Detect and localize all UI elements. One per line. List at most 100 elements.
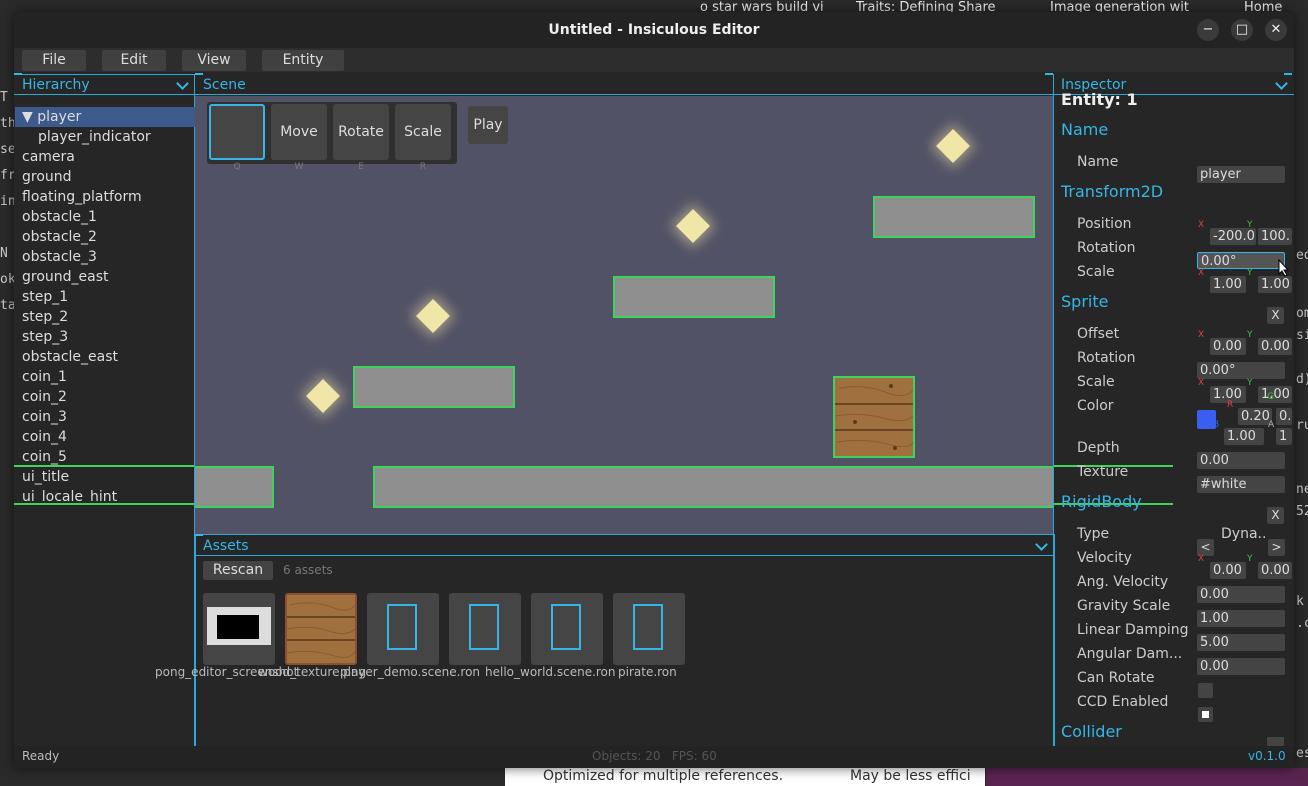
section-rigidbody[interactable]: RigidBody [1061, 492, 1142, 511]
image-thumbnail-icon [207, 607, 271, 645]
body-type-next-button[interactable]: > [1268, 539, 1285, 556]
hierarchy-item[interactable]: coin_5 [15, 447, 195, 467]
hierarchy-item[interactable]: step_2 [15, 307, 195, 327]
rotation-input[interactable]: 0.00° [1197, 252, 1285, 269]
hierarchy-item[interactable]: ▼ player [15, 107, 195, 127]
bg-text: ru [1296, 418, 1308, 433]
tool-button-move[interactable]: Move [271, 104, 327, 160]
offset-y-input[interactable]: 0.00 [1258, 338, 1292, 355]
angular-damping-input[interactable]: 0.00 [1197, 658, 1285, 675]
scale-x-input[interactable]: 1.00 [1210, 276, 1246, 293]
bg-text: es [1296, 746, 1308, 761]
scale-y-input[interactable]: 1.00 [1258, 276, 1292, 293]
asset-pirate-ron[interactable] [531, 593, 603, 665]
cursor-icon [1278, 259, 1290, 277]
position-y-input[interactable]: 100. [1258, 228, 1292, 245]
entity-step-2[interactable] [613, 276, 775, 318]
minimize-button[interactable]: − [1197, 19, 1219, 41]
gravity-scale-input[interactable]: 1.00 [1197, 610, 1285, 627]
stats-text: Objects: 20 FPS: 60 [592, 749, 717, 763]
asset-pong-editor-screenshot[interactable] [203, 593, 275, 665]
can-rotate-checkbox[interactable] [1198, 683, 1213, 698]
position-x-input[interactable]: -200.0 [1210, 228, 1256, 245]
depth-input[interactable]: 0.00 [1197, 452, 1285, 469]
hierarchy-item[interactable]: obstacle_1 [15, 207, 195, 227]
ccd-enabled-checkbox[interactable] [1198, 707, 1213, 722]
color-g-input[interactable]: 0. [1276, 408, 1292, 425]
velocity-label: Velocity [1077, 550, 1132, 566]
section-collider[interactable]: Collider [1061, 722, 1122, 741]
asset-wood-texture[interactable] [285, 593, 357, 665]
hierarchy-item[interactable]: ground [15, 167, 195, 187]
tool-button-rotate[interactable]: Rotate [333, 104, 389, 160]
hierarchy-item[interactable]: floating_platform [15, 187, 195, 207]
entity-ground[interactable] [195, 466, 274, 508]
remove-rigidbody-button[interactable]: X [1267, 507, 1284, 524]
coin-4[interactable] [306, 379, 340, 413]
hierarchy-item[interactable]: camera [15, 147, 195, 167]
hierarchy-item[interactable]: step_3 [15, 327, 195, 347]
sprite-rotation-input[interactable]: 0.00° [1197, 362, 1285, 379]
remove-collider-button[interactable] [1267, 737, 1284, 746]
tool-button-select[interactable] [209, 104, 265, 160]
coin-2[interactable] [676, 209, 710, 243]
section-transform[interactable]: Transform2D [1061, 182, 1163, 201]
texture-input[interactable]: #white [1197, 476, 1285, 493]
color-label: Color [1077, 398, 1114, 414]
entity-id: Entity: 1 [1061, 90, 1138, 109]
menu-view[interactable]: View [182, 50, 246, 71]
hierarchy-item[interactable]: coin_2 [15, 387, 195, 407]
hierarchy-item[interactable]: obstacle_east [15, 347, 195, 367]
hierarchy-item[interactable]: coin_1 [15, 367, 195, 387]
color-a-input[interactable]: 1 [1276, 428, 1292, 445]
title-bar[interactable]: Untitled - Insiculous Editor − □ ✕ [14, 12, 1294, 48]
hierarchy-item[interactable]: coin_4 [15, 427, 195, 447]
gravity-scale-label: Gravity Scale [1077, 598, 1171, 614]
asset-player-demo-scene[interactable] [367, 593, 439, 665]
wood-texture-icon [287, 595, 355, 663]
menu-bar: File Edit View Entity [14, 48, 1294, 72]
asset-file[interactable] [613, 593, 685, 665]
rotation-label: Rotation [1077, 240, 1136, 256]
sprite-scale-y-input[interactable]: 1.00 [1258, 386, 1292, 403]
bg-text: May be less effici [850, 768, 971, 784]
hierarchy-item[interactable]: player_indicator [15, 127, 195, 147]
axis-x-label: X [1198, 330, 1205, 340]
hierarchy-item[interactable]: obstacle_3 [15, 247, 195, 267]
hierarchy-item[interactable]: obstacle_2 [15, 227, 195, 247]
hierarchy-item[interactable]: ground_east [15, 267, 195, 287]
entity-player-sprite[interactable] [833, 376, 915, 458]
color-r-input[interactable]: 0.20 [1238, 408, 1272, 425]
file-icon [633, 604, 663, 650]
rescan-button[interactable]: Rescan [203, 561, 273, 580]
tool-shortcut-key: W [294, 162, 304, 172]
linear-damping-input[interactable]: 5.00 [1197, 634, 1285, 651]
bg-text: 52 [1296, 504, 1308, 519]
menu-file[interactable]: File [22, 50, 86, 71]
section-name[interactable]: Name [1061, 120, 1108, 139]
color-b-input[interactable]: 1.00 [1224, 428, 1264, 445]
maximize-button[interactable]: □ [1231, 19, 1253, 41]
section-sprite[interactable]: Sprite [1061, 292, 1108, 311]
close-button[interactable]: ✕ [1265, 19, 1287, 41]
asset-hello-world-scene[interactable] [449, 593, 521, 665]
coin-3[interactable] [416, 299, 450, 333]
hierarchy-item[interactable]: step_1 [15, 287, 195, 307]
remove-sprite-button[interactable]: X [1267, 307, 1284, 324]
menu-edit[interactable]: Edit [102, 50, 166, 71]
velocity-y-input[interactable]: 0.00 [1258, 562, 1292, 579]
velocity-x-input[interactable]: 0.00 [1210, 562, 1246, 579]
hierarchy-item[interactable]: coin_3 [15, 407, 195, 427]
coin-1[interactable] [936, 129, 970, 163]
menu-entity[interactable]: Entity [262, 50, 344, 71]
tool-button-scale[interactable]: Scale [395, 104, 451, 160]
ang-velocity-input[interactable]: 0.00 [1197, 586, 1285, 603]
entity-ground-east[interactable] [373, 466, 1053, 508]
play-button[interactable]: Play [468, 106, 508, 144]
scene-viewport[interactable]: Q Move W Rotate E Scale R Play [195, 96, 1053, 534]
name-input[interactable]: player [1197, 166, 1285, 183]
angular-damping-label: Angular Dam... [1077, 646, 1183, 662]
entity-step-3[interactable] [873, 196, 1035, 238]
entity-step-1[interactable] [353, 366, 515, 408]
offset-x-input[interactable]: 0.00 [1210, 338, 1246, 355]
